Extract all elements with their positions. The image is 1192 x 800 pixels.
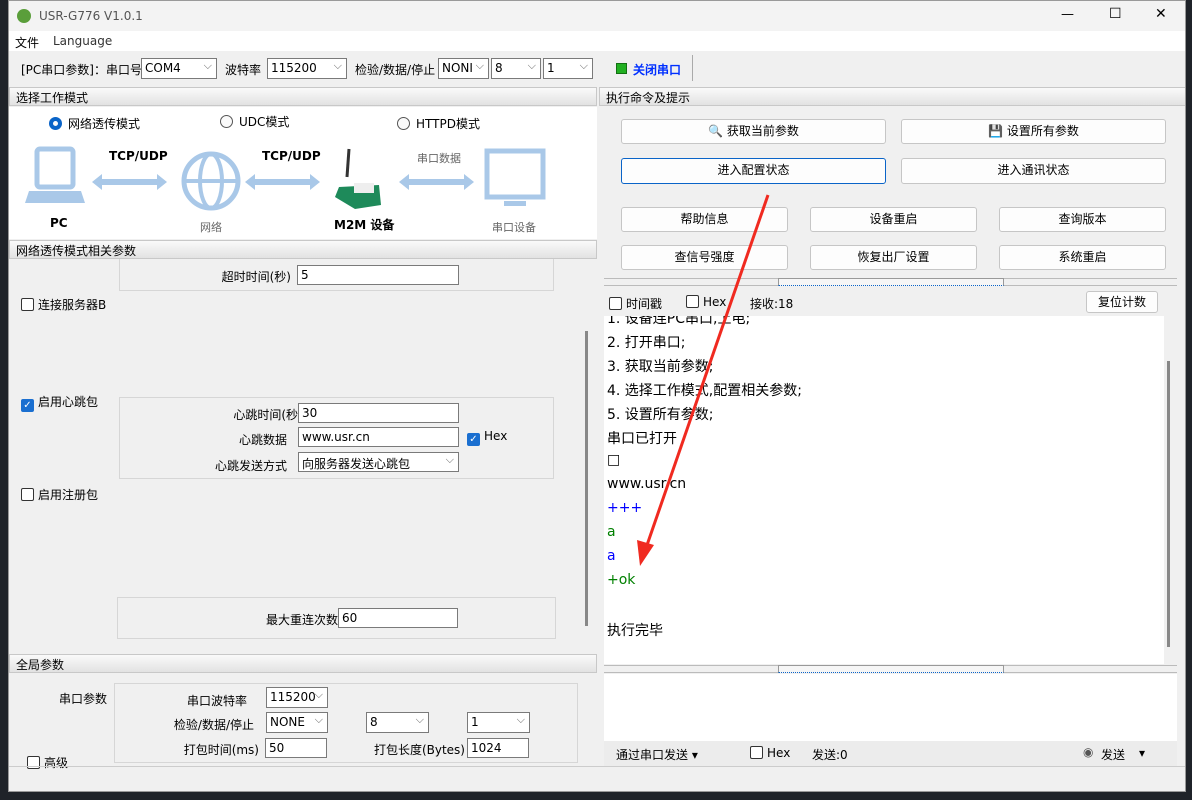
annotation-arrow: [637, 194, 770, 566]
